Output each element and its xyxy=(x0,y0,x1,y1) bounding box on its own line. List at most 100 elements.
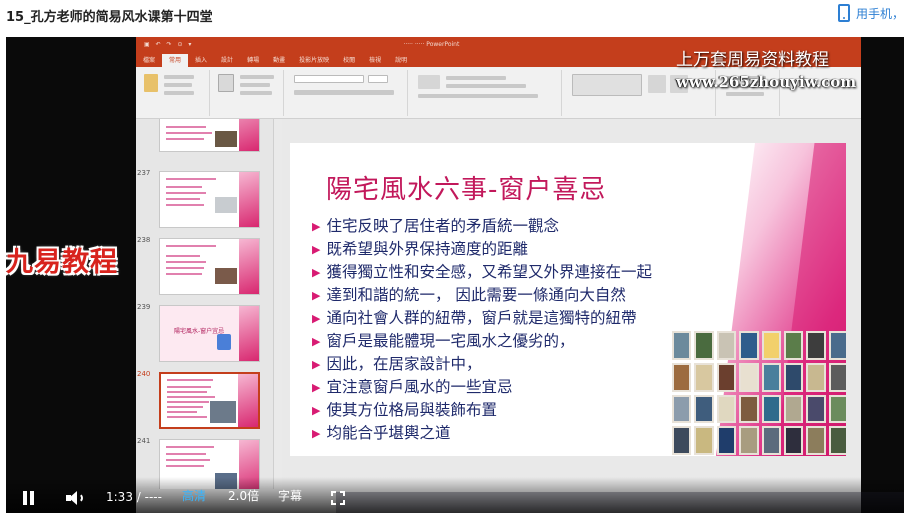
ribbon-tab[interactable]: 校閱 xyxy=(336,54,362,67)
window-photo xyxy=(828,394,846,424)
window-photo xyxy=(694,362,714,392)
slide-title: 陽宅風水六事-窗户喜忌 xyxy=(326,175,607,205)
bullet-arrow-icon: ▶ xyxy=(312,289,321,302)
window-photo xyxy=(672,426,692,455)
ribbon-group-clipboard xyxy=(140,70,210,116)
overlay-promo-url: www.265zhouyiw.com xyxy=(676,73,857,91)
slide-thumbnail[interactable] xyxy=(159,171,260,228)
window-photo xyxy=(761,394,781,424)
window-photo xyxy=(739,394,759,424)
ribbon-tab[interactable]: 投影片放映 xyxy=(292,54,336,67)
slide-canvas: 陽宅風水六事-窗户喜忌 ▶ 住宅反映了居住者的矛盾統一觀念 ▶ 既希望與外界保持適度的… xyxy=(282,119,861,489)
bullet-arrow-icon: ▶ xyxy=(312,243,321,256)
slide-bullet: ▶ 獲得獨立性和安全感，又希望又外界連接在一起 xyxy=(312,261,652,284)
quality-button[interactable]: 高清 xyxy=(182,487,206,504)
window-photo xyxy=(806,362,826,392)
speed-button[interactable]: 2.0倍 xyxy=(228,487,259,504)
thumb-number: 241 xyxy=(137,437,151,445)
ribbon-tab[interactable]: 設計 xyxy=(214,54,240,67)
window-photo xyxy=(761,426,781,455)
window-photo xyxy=(783,331,804,360)
thumb-number: 239 xyxy=(137,303,151,311)
powerpoint-window: ▣ ↶ ↷ ⊙ ▾ ····· ····· PowerPoint 檔案 常用 插入設… xyxy=(136,37,861,513)
slide-bullet-text: 宜注意窗戶風水的一些宜忌 xyxy=(326,378,513,396)
slide-bullet: ▶ 宜注意窗戶風水的一些宜忌 xyxy=(312,376,652,399)
window-photo xyxy=(716,426,737,455)
window-photo xyxy=(716,394,737,424)
slide-thumbnail[interactable] xyxy=(159,119,260,152)
ribbon-group-font xyxy=(288,70,408,116)
slide-bullet: ▶ 達到和諧的統一， 因此需要一條通向大自然 xyxy=(312,284,652,307)
slide-bullet-text: 住宅反映了居住者的矛盾統一觀念 xyxy=(326,217,559,235)
player-controls: 1:33 / ---- 高清 2.0倍 字幕 xyxy=(6,477,904,513)
thumb-number: 238 xyxy=(137,236,151,244)
slide-bullet-text: 既希望與外界保持適度的距離 xyxy=(326,240,528,258)
window-photo xyxy=(783,362,804,392)
slide-thumbnail[interactable] xyxy=(159,238,260,295)
slide-bullet: ▶ 使其方位格局與裝飾布置 xyxy=(312,399,652,422)
slide-bullet-text: 因此，在居家設計中， xyxy=(326,355,482,373)
thumbs-scrollbar[interactable] xyxy=(274,119,282,489)
window-photo xyxy=(694,331,714,360)
slide-bullet: ▶ 既希望與外界保持適度的距離 xyxy=(312,238,652,261)
window-photo xyxy=(672,331,692,360)
pause-icon[interactable] xyxy=(22,491,36,505)
slide-thumbnails-pane[interactable]: 237 238 239 陽宅風水-窗户宜忌 240 241 xyxy=(136,119,274,489)
bullet-arrow-icon: ▶ xyxy=(312,312,321,325)
window-photo xyxy=(716,362,737,392)
slide-bullet: ▶ 住宅反映了居住者的矛盾統一觀念 xyxy=(312,215,652,238)
window-photo xyxy=(672,394,692,424)
ribbon-tab[interactable]: 檔案 xyxy=(136,54,162,67)
ribbon-tab[interactable]: 轉場 xyxy=(240,54,266,67)
bullet-arrow-icon: ▶ xyxy=(312,427,321,440)
phone-link[interactable]: 用手机， xyxy=(837,4,904,22)
watermark: 九易教程 xyxy=(6,247,118,278)
slide-bullet-text: 均能合乎堪輿之道 xyxy=(326,424,451,442)
slide-bullet: ▶ 窗戶是最能體現一宅風水之優劣的， xyxy=(312,330,652,353)
thumb-number: 237 xyxy=(137,169,151,177)
top-bar: 15_孔方老师的简易风水课第十四堂 用手机， xyxy=(0,0,904,30)
bullet-arrow-icon: ▶ xyxy=(312,381,321,394)
slide-bullet: ▶ 均能合乎堪輿之道 xyxy=(312,422,652,445)
ribbon-tab[interactable]: 檢視 xyxy=(362,54,388,67)
bullet-arrow-icon: ▶ xyxy=(312,220,321,233)
slide-thumbnail-current[interactable] xyxy=(159,372,260,429)
video-player[interactable]: ▣ ↶ ↷ ⊙ ▾ ····· ····· PowerPoint 檔案 常用 插入設… xyxy=(6,37,904,513)
windows-photo-collage xyxy=(672,331,846,455)
window-photo xyxy=(716,331,737,360)
window-photo xyxy=(783,394,804,424)
window-photo xyxy=(828,331,846,360)
slide-bullet-text: 使其方位格局與裝飾布置 xyxy=(326,401,497,419)
window-photo xyxy=(806,331,826,360)
volume-icon[interactable] xyxy=(66,491,84,505)
window-photo xyxy=(828,426,846,455)
video-title: 15_孔方老师的简易风水课第十四堂 xyxy=(6,10,213,25)
subtitles-button[interactable]: 字幕 xyxy=(278,487,302,504)
ribbon-group-paragraph xyxy=(412,70,562,116)
window-photo xyxy=(806,394,826,424)
bullet-arrow-icon: ▶ xyxy=(312,266,321,279)
ribbon-tab[interactable]: 說明 xyxy=(388,54,414,67)
ribbon-group-slides xyxy=(214,70,284,116)
fullscreen-icon[interactable] xyxy=(331,491,345,505)
window-photo xyxy=(739,426,759,455)
window-photo xyxy=(672,362,692,392)
slide-bullet-text: 通向社會人群的紐帶，窗戶就是這獨特的紐帶 xyxy=(326,309,637,327)
thumb-number: 240 xyxy=(137,370,151,378)
ribbon-tab[interactable]: 插入 xyxy=(188,54,214,67)
phone-icon xyxy=(837,4,850,22)
time-display: 1:33 / ---- xyxy=(106,490,162,504)
window-photo xyxy=(694,394,714,424)
window-photo xyxy=(783,426,804,455)
window-photo xyxy=(694,426,714,455)
slide-bullet-text: 達到和諧的統一， 因此需要一條通向大自然 xyxy=(326,286,626,304)
window-photo xyxy=(806,426,826,455)
bullet-arrow-icon: ▶ xyxy=(312,358,321,371)
slide-bullet-text: 獲得獨立性和安全感，又希望又外界連接在一起 xyxy=(326,263,652,281)
current-slide: 陽宅風水六事-窗户喜忌 ▶ 住宅反映了居住者的矛盾統一觀念 ▶ 既希望與外界保持適度的… xyxy=(290,143,846,456)
document-name: ····· ····· PowerPoint xyxy=(403,41,460,48)
slide-thumbnail[interactable]: 陽宅風水-窗户宜忌 xyxy=(159,305,260,362)
ribbon-tab[interactable]: 動畫 xyxy=(266,54,292,67)
ribbon-tab[interactable]: 常用 xyxy=(162,54,189,67)
bullet-arrow-icon: ▶ xyxy=(312,404,321,417)
